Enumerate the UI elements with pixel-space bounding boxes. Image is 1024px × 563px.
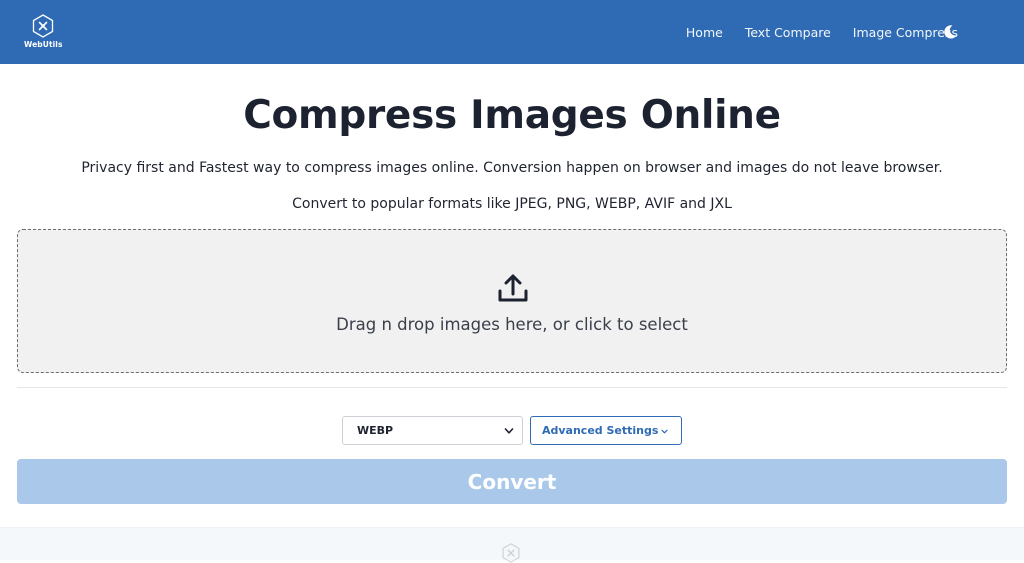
- dropzone-text: Drag n drop images here, or click to sel…: [336, 315, 688, 334]
- nav-links: Home Text Compare Image Compress: [664, 0, 958, 64]
- webutils-logo-icon: [32, 14, 54, 38]
- advanced-settings-label: Advanced Settings: [542, 424, 659, 437]
- chevron-down-icon: [504, 428, 514, 434]
- webutils-logo-icon: [502, 543, 520, 563]
- convert-label: Convert: [467, 470, 557, 494]
- advanced-settings-button[interactable]: Advanced Settings: [530, 416, 682, 445]
- chevron-down-icon: [661, 429, 668, 434]
- upload-icon: [498, 274, 528, 302]
- page-title: Compress Images Online: [243, 93, 781, 138]
- format-select[interactable]: WEBP: [342, 416, 523, 445]
- image-dropzone[interactable]: Drag n drop images here, or click to sel…: [17, 229, 1007, 373]
- logo-text: WebUtils: [24, 40, 63, 49]
- divider: [17, 387, 1007, 388]
- formats-text: Convert to popular formats like JPEG, PN…: [292, 196, 732, 212]
- page-subtitle: Privacy first and Fastest way to compres…: [81, 160, 943, 176]
- convert-button[interactable]: Convert: [17, 459, 1007, 504]
- logo[interactable]: WebUtils: [24, 14, 62, 52]
- navbar: WebUtils Home Text Compare Image Compres…: [0, 0, 1024, 64]
- format-select-value: WEBP: [357, 424, 394, 437]
- footer: [0, 527, 1024, 563]
- moon-icon[interactable]: [942, 24, 958, 40]
- nav-link-home[interactable]: Home: [686, 25, 723, 40]
- nav-link-text-compare[interactable]: Text Compare: [745, 25, 831, 40]
